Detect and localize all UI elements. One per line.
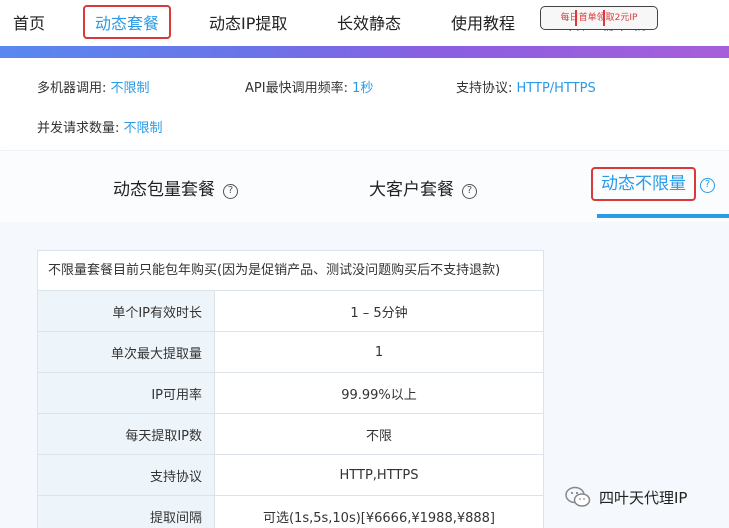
row-value: 99.99%以上	[214, 372, 544, 414]
plan-info: 多机器调用: 不限制 API最快调用频率: 1秒 支持协议: HTTP/HTTP…	[0, 58, 729, 150]
tab-label: 动态不限量	[591, 167, 696, 201]
info-multi-machine: 多机器调用: 不限制	[37, 77, 150, 96]
info-label: 支持协议:	[456, 81, 513, 96]
info-label: 多机器调用:	[37, 81, 107, 96]
table-row: 单次最大提取量 1	[37, 331, 544, 373]
row-value: 可选(1s,5s,10s)[¥6666,¥1988,¥888]	[214, 495, 544, 528]
table-row: IP可用率 99.99%以上	[37, 372, 544, 414]
table-row: 提取间隔 可选(1s,5s,10s)[¥6666,¥1988,¥888]	[37, 495, 544, 528]
question-circle-icon[interactable]: ?	[223, 184, 238, 199]
info-value: 不限制	[123, 121, 163, 136]
promo-banner[interactable]: 每日首单领取2元IP	[540, 6, 658, 30]
nav-item-long-static[interactable]: 长效静态	[337, 10, 401, 34]
info-concurrency: 并发请求数量: 不限制	[37, 117, 163, 136]
info-value: 1秒	[352, 81, 374, 96]
active-tab-underline	[597, 214, 729, 218]
question-circle-icon[interactable]: ?	[700, 178, 715, 193]
info-protocol: 支持协议: HTTP/HTTPS	[456, 77, 596, 96]
tab-enterprise[interactable]: 大客户套餐?	[369, 175, 477, 200]
watermark-text: 四叶天代理IP	[599, 488, 688, 507]
plan-details-panel: 不限量套餐目前只能包年购买(因为是促销产品、测试没问题购买后不支持退款) 单个I…	[37, 250, 544, 528]
nav-item-dynamic-ip-extract[interactable]: 动态IP提取	[209, 10, 287, 34]
top-nav: 首页 动态套餐 动态IP提取 长效静态 使用教程 客户端下载 每日首单领取2元I…	[0, 0, 729, 46]
nav-gradient-strip	[0, 46, 729, 58]
info-label: API最快调用频率:	[245, 81, 348, 96]
row-value: 1 – 5分钟	[214, 290, 544, 332]
nav-item-dynamic-plans[interactable]: 动态套餐	[83, 5, 172, 39]
info-api-frequency: API最快调用频率: 1秒	[245, 77, 373, 96]
row-key: IP可用率	[37, 372, 215, 414]
tab-dynamic-volume[interactable]: 动态包量套餐?	[113, 175, 238, 200]
row-key: 提取间隔	[37, 495, 215, 528]
info-label: 并发请求数量:	[37, 121, 120, 136]
tab-dynamic-unlimited[interactable]: 动态不限量?	[591, 167, 715, 201]
table-row: 支持协议 HTTP,HTTPS	[37, 454, 544, 496]
tab-label: 动态包量套餐	[113, 180, 215, 200]
info-value: HTTP/HTTPS	[516, 81, 596, 96]
table-row: 单个IP有效时长 1 – 5分钟	[37, 290, 544, 332]
table-row: 每天提取IP数 不限	[37, 413, 544, 455]
row-value: 不限	[214, 413, 544, 455]
tab-label: 大客户套餐	[369, 180, 454, 200]
row-key: 支持协议	[37, 454, 215, 496]
info-value: 不限制	[110, 81, 150, 96]
promo-marker	[575, 10, 577, 26]
promo-text: 每日首单领取2元IP	[560, 13, 638, 23]
nav-item-tutorial[interactable]: 使用教程	[451, 10, 515, 34]
watermark: 四叶天代理IP	[565, 486, 687, 508]
plan-tabs: 动态包量套餐? 大客户套餐? 动态不限量?	[0, 150, 729, 222]
row-value: HTTP,HTTPS	[214, 454, 544, 496]
promo-marker	[603, 10, 605, 26]
nav-item-home[interactable]: 首页	[13, 10, 45, 34]
row-key: 单次最大提取量	[37, 331, 215, 373]
question-circle-icon[interactable]: ?	[462, 184, 477, 199]
row-key: 单个IP有效时长	[37, 290, 215, 332]
row-key: 每天提取IP数	[37, 413, 215, 455]
wechat-icon	[565, 486, 591, 508]
plan-details-table: 单个IP有效时长 1 – 5分钟 单次最大提取量 1 IP可用率 99.99%以…	[37, 290, 544, 528]
panel-header: 不限量套餐目前只能包年购买(因为是促销产品、测试没问题购买后不支持退款)	[37, 250, 544, 290]
row-value: 1	[214, 331, 544, 373]
